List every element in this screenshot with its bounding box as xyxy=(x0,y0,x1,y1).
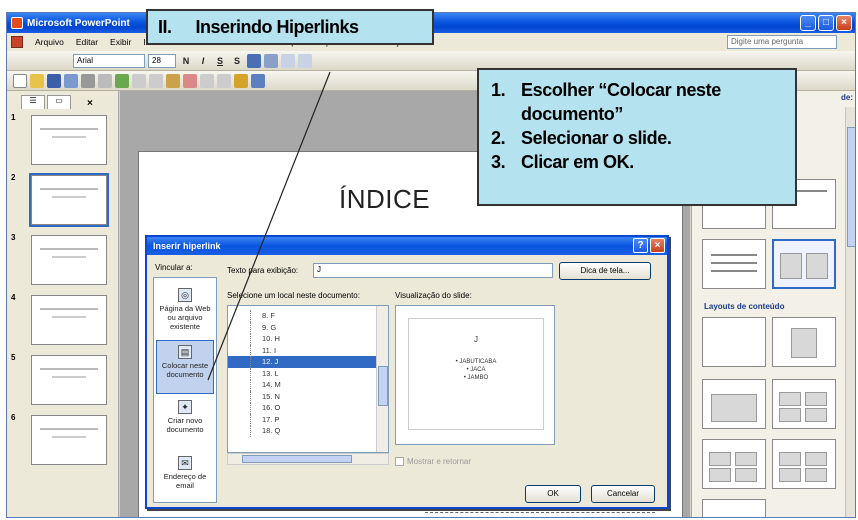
step-number: 2. xyxy=(491,128,506,148)
step-number: 3. xyxy=(491,152,506,172)
instruction-step: 2. Selecionar o slide. xyxy=(491,126,783,150)
step-text: Escolher “Colocar neste documento” xyxy=(521,80,721,124)
instruction-step: 1. Escolher “Colocar neste documento” xyxy=(491,78,783,126)
section-banner: II. Inserindo Hiperlinks xyxy=(146,9,434,45)
banner-title: Inserindo Hiperlinks xyxy=(195,16,360,37)
step-number: 1. xyxy=(491,80,506,100)
instructions-callout: 1. Escolher “Colocar neste documento” 2.… xyxy=(477,68,797,206)
connector-line xyxy=(207,71,331,381)
step-text: Clicar em OK. xyxy=(521,152,634,172)
banner-number: II. xyxy=(158,16,172,37)
step-text: Selecionar o slide. xyxy=(521,128,672,148)
instruction-step: 3. Clicar em OK. xyxy=(491,150,783,174)
